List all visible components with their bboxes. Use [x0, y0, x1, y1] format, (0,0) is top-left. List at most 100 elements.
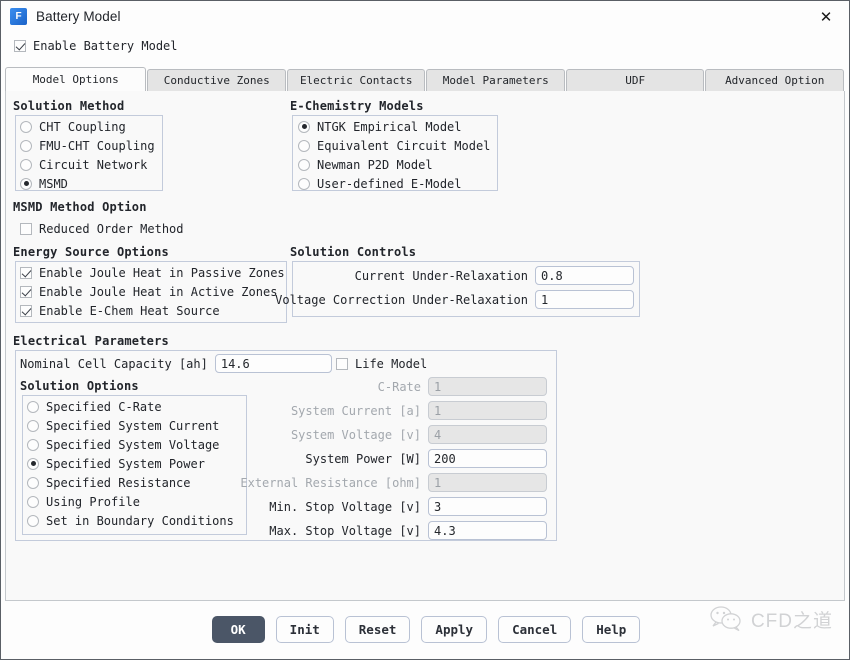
system-voltage-input [428, 425, 547, 444]
radio-label: Set in Boundary Conditions [46, 513, 234, 528]
checkbox-echem-heat-source[interactable]: Enable E-Chem Heat Source [20, 301, 220, 320]
close-icon[interactable]: ✕ [803, 1, 849, 32]
checkbox-joule-heat-passive-zones[interactable]: Enable Joule Heat in Passive Zones [20, 263, 285, 282]
tab-conductive-zones[interactable]: Conductive Zones [147, 69, 286, 91]
field-system-current: System Current [a] [256, 401, 547, 420]
radio-icon[interactable] [27, 419, 39, 432]
solution-options-title: Solution Options [20, 379, 139, 393]
radio-label: Specified System Current [46, 418, 220, 433]
radio-label: CHT Coupling [39, 119, 126, 134]
field-label: System Voltage [v] [290, 427, 421, 442]
checkbox-label: Life Model [355, 356, 428, 371]
radio-icon[interactable] [27, 495, 39, 508]
radio-msmd[interactable]: MSMD [20, 174, 68, 193]
tab-model-parameters[interactable]: Model Parameters [426, 69, 565, 91]
radio-icon[interactable] [20, 177, 32, 190]
field-label: System Current [a] [290, 403, 421, 418]
checkbox-icon[interactable] [20, 285, 32, 298]
field-label: Max. Stop Voltage [v] [269, 523, 421, 538]
radio-icon[interactable] [298, 139, 310, 152]
fluent-f-icon: F [10, 8, 27, 25]
radio-ntgk-empirical-model[interactable]: NTGK Empirical Model [298, 117, 462, 136]
field-max-stop-voltage: Max. Stop Voltage [v] [256, 521, 547, 540]
radio-icon[interactable] [27, 476, 39, 489]
external-resistance-input [428, 473, 547, 492]
nominal-cell-capacity-input[interactable] [214, 354, 332, 373]
tab-label: Electric Contacts [299, 74, 413, 87]
field-nominal-cell-capacity: Nominal Cell Capacity [ah] [20, 354, 332, 373]
tab-electric-contacts[interactable]: Electric Contacts [286, 69, 426, 91]
checkbox-life-model[interactable]: Life Model [336, 354, 427, 373]
radio-set-in-boundary-conditions[interactable]: Set in Boundary Conditions [27, 511, 234, 530]
current-under-relaxation-input[interactable] [535, 266, 634, 285]
field-c-rate: C-Rate [256, 377, 547, 396]
battery-model-dialog: F Battery Model ✕ Enable Battery Model M… [0, 0, 850, 660]
checkbox-icon[interactable] [336, 357, 348, 370]
enable-battery-model-checkbox[interactable] [14, 40, 26, 52]
radio-label: Specified C-Rate [46, 399, 162, 414]
radio-icon[interactable] [27, 514, 39, 527]
help-button[interactable]: Help [582, 616, 641, 643]
radio-specified-system-current[interactable]: Specified System Current [27, 416, 219, 435]
enable-battery-model-row[interactable]: Enable Battery Model [14, 39, 178, 53]
energy-source-options-title: Energy Source Options [13, 245, 169, 259]
field-current-under-relaxation: Current Under-Relaxation [298, 266, 634, 285]
radio-icon[interactable] [20, 139, 32, 152]
checkbox-icon[interactable] [20, 304, 32, 317]
solution-method-title: Solution Method [13, 99, 125, 113]
min-stop-voltage-input[interactable] [428, 497, 547, 516]
init-button[interactable]: Init [275, 616, 334, 643]
radio-label: Specified Resistance [46, 475, 191, 490]
tab-model-options[interactable]: Model Options [5, 67, 147, 91]
radio-circuit-network[interactable]: Circuit Network [20, 155, 147, 174]
field-external-resistance: External Resistance [ohm] [240, 473, 547, 492]
model-options-panel: Solution Method CHT Coupling FMU-CHT Cou… [5, 91, 845, 601]
radio-specified-c-rate[interactable]: Specified C-Rate [27, 397, 162, 416]
radio-newman-p2d-model[interactable]: Newman P2D Model [298, 155, 433, 174]
checkbox-icon[interactable] [20, 266, 32, 279]
radio-label: Newman P2D Model [317, 157, 433, 172]
tab-label: Advanced Option [725, 74, 825, 87]
radio-icon[interactable] [298, 177, 310, 190]
radio-icon[interactable] [298, 120, 310, 133]
reset-button[interactable]: Reset [344, 616, 411, 643]
field-label: External Resistance [ohm] [240, 475, 421, 490]
radio-icon[interactable] [27, 438, 39, 451]
cancel-button[interactable]: Cancel [498, 616, 572, 643]
radio-user-defined-e-model[interactable]: User-defined E-Model [298, 174, 462, 193]
system-power-input[interactable] [428, 449, 547, 468]
tab-label: Conductive Zones [163, 74, 270, 87]
radio-label: Using Profile [46, 494, 140, 509]
voltage-correction-under-relaxation-input[interactable] [535, 290, 634, 309]
checkbox-label: Enable Joule Heat in Active Zones [39, 284, 278, 299]
checkbox-joule-heat-active-zones[interactable]: Enable Joule Heat in Active Zones [20, 282, 277, 301]
apply-button[interactable]: Apply [421, 616, 488, 643]
radio-icon[interactable] [298, 158, 310, 171]
field-system-power: System Power [W] [256, 449, 547, 468]
checkbox-icon[interactable] [20, 222, 32, 235]
ok-button[interactable]: OK [211, 616, 265, 643]
field-label: Nominal Cell Capacity [ah] [20, 356, 208, 371]
radio-icon[interactable] [27, 457, 39, 470]
checkbox-reduced-order-method[interactable]: Reduced Order Method [20, 219, 184, 238]
radio-icon[interactable] [20, 120, 32, 133]
radio-equivalent-circuit-model[interactable]: Equivalent Circuit Model [298, 136, 490, 155]
field-voltage-correction-under-relaxation: Voltage Correction Under-Relaxation [275, 290, 634, 309]
radio-specified-resistance[interactable]: Specified Resistance [27, 473, 191, 492]
radio-fmu-cht-coupling[interactable]: FMU-CHT Coupling [20, 136, 155, 155]
max-stop-voltage-input[interactable] [428, 521, 547, 540]
window-title: Battery Model [36, 9, 121, 24]
radio-using-profile[interactable]: Using Profile [27, 492, 140, 511]
radio-specified-system-power[interactable]: Specified System Power [27, 454, 205, 473]
tab-udf[interactable]: UDF [565, 69, 705, 91]
radio-cht-coupling[interactable]: CHT Coupling [20, 117, 126, 136]
radio-label: Equivalent Circuit Model [317, 138, 491, 153]
field-label: Voltage Correction Under-Relaxation [275, 292, 528, 307]
radio-icon[interactable] [20, 158, 32, 171]
checkbox-label: Enable Joule Heat in Passive Zones [39, 265, 285, 280]
tab-advanced-option[interactable]: Advanced Option [705, 69, 844, 91]
radio-label: Specified System Power [46, 456, 205, 471]
msmd-method-option-title: MSMD Method Option [13, 200, 147, 214]
radio-icon[interactable] [27, 400, 39, 413]
radio-specified-system-voltage[interactable]: Specified System Voltage [27, 435, 219, 454]
